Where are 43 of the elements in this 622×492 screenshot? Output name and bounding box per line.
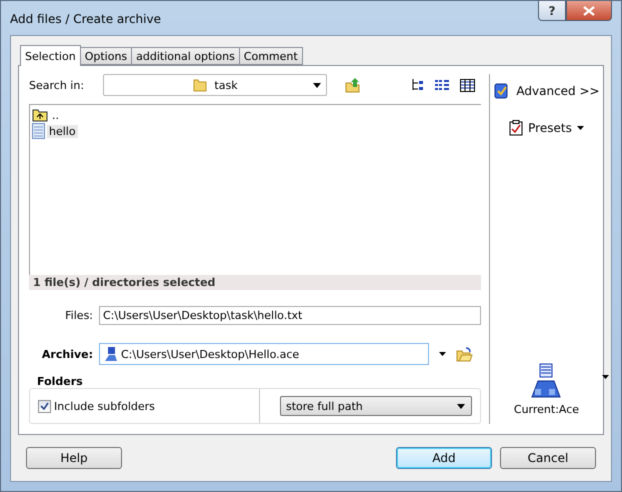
archiver-icon[interactable] bbox=[529, 363, 564, 399]
window-title: Add files / Create archive bbox=[10, 11, 161, 26]
dialog-button[interactable]: Help bbox=[26, 447, 122, 469]
parent-folder-icon bbox=[32, 108, 48, 122]
folder-up-icon[interactable] bbox=[345, 77, 361, 93]
format-label: Current:Ace bbox=[514, 403, 580, 416]
caret-icon bbox=[576, 126, 584, 130]
files-field[interactable]: C:\Users\User\Desktop\task\hello.txt bbox=[99, 306, 481, 325]
tab[interactable]: additional options bbox=[131, 47, 240, 65]
advanced-button[interactable]: Advanced >> bbox=[491, 80, 602, 102]
file-name[interactable]: .. bbox=[50, 108, 61, 122]
dialog-button[interactable]: Add bbox=[396, 447, 492, 469]
caret-icon bbox=[439, 352, 446, 356]
file-name[interactable]: hello bbox=[47, 124, 78, 138]
caret-icon bbox=[457, 404, 465, 408]
folders-title: Folders bbox=[36, 375, 84, 388]
open-folder-icon[interactable] bbox=[456, 346, 473, 362]
caret-icon bbox=[313, 83, 321, 88]
search-label: Search in: bbox=[29, 78, 86, 92]
folder-dropdown[interactable]: task bbox=[103, 74, 327, 96]
close-icon bbox=[583, 6, 595, 16]
tab[interactable]: Options bbox=[80, 47, 132, 65]
details-view-icon[interactable] bbox=[460, 78, 475, 92]
files-label: Files: bbox=[64, 309, 94, 322]
archive-icon bbox=[103, 346, 119, 362]
dialog-button[interactable]: Cancel bbox=[500, 447, 596, 469]
selection-status: 1 file(s) / directories selected bbox=[29, 274, 481, 290]
tab[interactable]: Comment bbox=[238, 47, 303, 65]
help-button[interactable]: ? bbox=[538, 1, 566, 21]
archive-label: Archive: bbox=[40, 348, 94, 360]
caret-icon bbox=[602, 375, 610, 379]
text-file-icon bbox=[32, 123, 45, 139]
presets-button[interactable]: Presets bbox=[507, 118, 586, 138]
close-button[interactable] bbox=[566, 1, 612, 21]
tab[interactable]: Selection bbox=[20, 45, 81, 66]
checkbox[interactable] bbox=[38, 400, 51, 412]
clipboard-icon bbox=[509, 120, 524, 136]
list-view-icon[interactable] bbox=[435, 78, 450, 92]
tree-view-icon[interactable] bbox=[411, 78, 425, 92]
archive-field[interactable]: C:\Users\User\Desktop\Hello.ace bbox=[99, 343, 429, 365]
folder-icon bbox=[192, 77, 208, 93]
path-mode-dropdown[interactable]: store full path bbox=[280, 396, 472, 416]
checkbox-label: Include subfolders bbox=[54, 400, 155, 412]
